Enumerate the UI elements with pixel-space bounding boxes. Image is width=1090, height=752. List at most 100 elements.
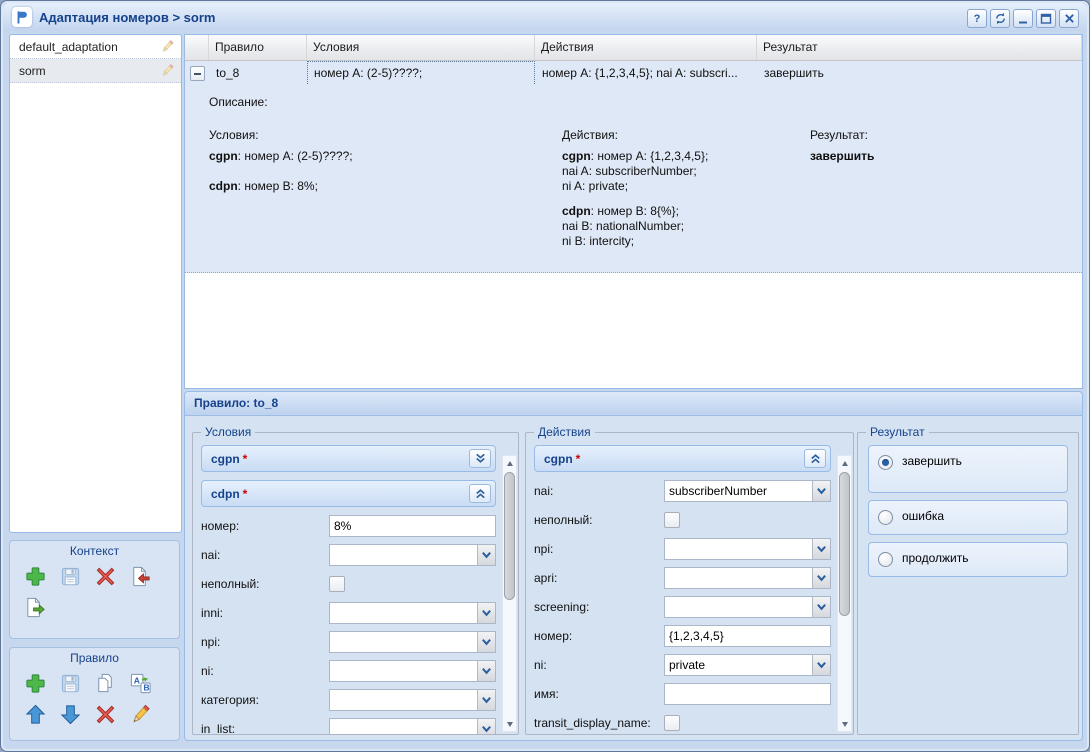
combo-value[interactable]	[665, 568, 812, 588]
имя-field[interactable]	[664, 683, 831, 705]
radio-icon[interactable]	[878, 510, 893, 525]
chevron-down-icon[interactable]	[477, 690, 495, 710]
maximize-button[interactable]	[1036, 9, 1056, 28]
combo-value[interactable]	[330, 603, 477, 623]
npi-select[interactable]	[329, 631, 496, 653]
in_list-select[interactable]	[329, 718, 496, 734]
rule-cell-actions[interactable]: номер A: {1,2,3,4,5}; nai A: subscri...	[535, 61, 757, 86]
minimize-button[interactable]	[1013, 9, 1033, 28]
radio-checked-icon[interactable]	[878, 455, 893, 470]
result-option-ошибка[interactable]: ошибка	[868, 500, 1068, 535]
edit-context-icon[interactable]	[160, 63, 175, 78]
rule-cell-conditions[interactable]: номер A: (2-5)????;	[307, 61, 535, 86]
save-rule-button[interactable]	[57, 670, 83, 696]
номер-field[interactable]	[664, 625, 831, 647]
combo-value[interactable]	[330, 632, 477, 652]
combo-value[interactable]	[665, 597, 812, 617]
ni-select[interactable]	[329, 660, 496, 682]
chevron-down-icon[interactable]	[477, 603, 495, 623]
conditions-scrollbar[interactable]	[502, 455, 517, 732]
combo-value[interactable]	[665, 539, 812, 559]
grid-column-header[interactable]: Действия	[535, 35, 757, 60]
field-row: ni:	[201, 660, 496, 682]
chevron-down-icon[interactable]	[477, 661, 495, 681]
combo-value[interactable]	[330, 661, 477, 681]
result-fieldset: Результат завершитьошибкапродолжить	[857, 425, 1079, 735]
неполный-checkbox[interactable]	[664, 512, 680, 528]
grid-column-header[interactable]: Правило	[209, 35, 307, 60]
scroll-down-icon[interactable]	[503, 717, 516, 731]
chevron-down-icon[interactable]	[812, 597, 830, 617]
import-context-button[interactable]	[127, 563, 153, 589]
nai-select[interactable]	[664, 480, 831, 502]
field-row: inni:	[201, 602, 496, 624]
chevron-down-icon[interactable]	[812, 655, 830, 675]
edit-rule-button[interactable]	[127, 701, 153, 727]
add-context-button[interactable]	[22, 563, 48, 589]
неполный-checkbox[interactable]	[329, 576, 345, 592]
chevron-down-icon[interactable]	[477, 545, 495, 565]
add-rule-button[interactable]	[22, 670, 48, 696]
copy-rule-button[interactable]	[92, 670, 118, 696]
scroll-up-icon[interactable]	[503, 456, 516, 470]
field-row: ni:	[534, 654, 831, 676]
refresh-button[interactable]	[990, 9, 1010, 28]
delete-context-button[interactable]	[92, 563, 118, 589]
detail-action-line: ni B: intercity;	[562, 234, 634, 248]
param-group-cgpn[interactable]: cgpn*	[201, 445, 496, 472]
inni-select[interactable]	[329, 602, 496, 624]
scroll-up-icon[interactable]	[838, 456, 851, 470]
param-group-cgpn[interactable]: cgpn*	[534, 445, 831, 472]
actions-scrollbar[interactable]	[837, 455, 852, 732]
export-context-button[interactable]	[22, 594, 48, 620]
apri-select[interactable]	[664, 567, 831, 589]
transit_display_name-checkbox[interactable]	[664, 715, 680, 731]
nai-select[interactable]	[329, 544, 496, 566]
категория-select[interactable]	[329, 689, 496, 711]
collapse-section-icon[interactable]	[469, 484, 491, 503]
ni-select[interactable]	[664, 654, 831, 676]
combo-value[interactable]	[330, 545, 477, 565]
chevron-down-icon[interactable]	[477, 632, 495, 652]
field-label: ni:	[534, 658, 664, 672]
npi-select[interactable]	[664, 538, 831, 560]
rule-cell-rule[interactable]: to_8	[209, 61, 307, 86]
scroll-down-icon[interactable]	[838, 717, 851, 731]
result-option-продолжить[interactable]: продолжить	[868, 542, 1068, 577]
chevron-down-icon[interactable]	[812, 539, 830, 559]
chevron-down-icon[interactable]	[477, 719, 495, 734]
combo-value[interactable]	[665, 481, 812, 501]
result-option-завершить[interactable]: завершить	[868, 445, 1068, 493]
delete-rule-button[interactable]	[92, 701, 118, 727]
chevron-down-icon[interactable]	[812, 568, 830, 588]
radio-icon[interactable]	[878, 552, 893, 567]
close-button[interactable]	[1059, 9, 1079, 28]
expand-section-icon[interactable]	[469, 449, 491, 468]
move-rule-down-button[interactable]	[57, 701, 83, 727]
rule-row[interactable]: to_8номер A: (2-5)????;номер A: {1,2,3,4…	[185, 61, 1082, 86]
combo-value[interactable]	[330, 719, 477, 734]
rename-rule-button[interactable]: AB	[127, 670, 153, 696]
save-context-button[interactable]	[57, 563, 83, 589]
collapse-row-icon[interactable]	[190, 66, 205, 81]
param-group-cdpn[interactable]: cdpn*	[201, 480, 496, 507]
help-button[interactable]: ?	[967, 9, 987, 28]
context-list-item[interactable]: sorm	[10, 59, 181, 83]
combo-value[interactable]	[665, 655, 812, 675]
move-rule-up-button[interactable]	[22, 701, 48, 727]
edit-context-icon[interactable]	[160, 39, 175, 54]
field-row: неполный:	[201, 573, 496, 595]
grid-column-header[interactable]: Результат	[757, 35, 1082, 60]
screening-select[interactable]	[664, 596, 831, 618]
scrollbar-thumb[interactable]	[839, 472, 850, 616]
combo-value[interactable]	[330, 690, 477, 710]
grid-column-header[interactable]: Условия	[307, 35, 535, 60]
context-list-item[interactable]: default_adaptation	[10, 35, 181, 59]
collapse-section-icon[interactable]	[804, 449, 826, 468]
conditions-legend: Условия	[201, 425, 255, 439]
rule-cell-result[interactable]: завершить	[757, 61, 1082, 86]
chevron-down-icon[interactable]	[812, 481, 830, 501]
номер-field[interactable]	[329, 515, 496, 537]
scrollbar-thumb[interactable]	[504, 472, 515, 600]
param-group-title: cgpn	[544, 452, 573, 466]
